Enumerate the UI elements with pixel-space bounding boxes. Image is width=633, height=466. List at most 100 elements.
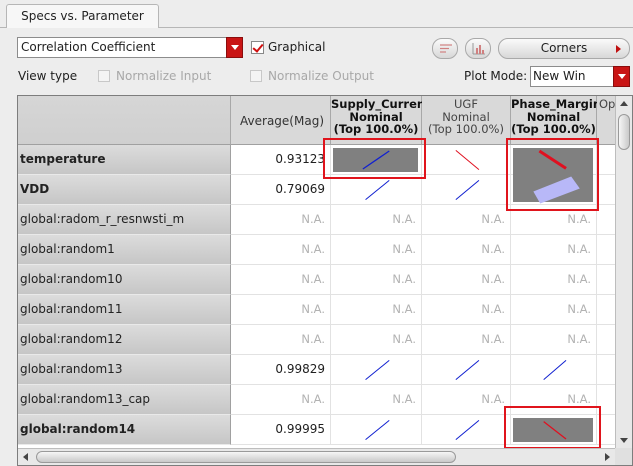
avg-cell: N.A. <box>231 295 331 325</box>
row-label: global:random11 <box>18 295 231 325</box>
tab-strip: Specs vs. Parameter <box>0 0 633 28</box>
avg-cell: N.A. <box>231 385 331 415</box>
tab-gap <box>7 27 158 28</box>
value-cell[interactable]: N.A. <box>331 265 422 295</box>
horizontal-scroll-thumb[interactable] <box>36 451 456 463</box>
normalize-output-checkbox[interactable] <box>250 70 262 82</box>
highlight-box <box>323 138 426 179</box>
avg-cell: N.A. <box>231 235 331 265</box>
table-row[interactable]: global:random12 N.A. N.A. N.A. N.A. <box>18 325 632 355</box>
column-name: UGF <box>454 97 478 111</box>
correlation-plot <box>455 180 480 200</box>
value-cell[interactable]: N.A. <box>422 235 511 265</box>
table-row[interactable]: global:random10 N.A. N.A. N.A. N.A. <box>18 265 632 295</box>
avg-cell: 0.99829 <box>231 355 331 385</box>
sensitivity-table: Average(Mag) Supply_Current Nominal (Top… <box>17 95 633 466</box>
value-cell[interactable]: N.A. <box>422 325 511 355</box>
scroll-right-icon[interactable] <box>605 453 610 461</box>
value-cell[interactable]: N.A. <box>331 205 422 235</box>
view-type-label: View type <box>18 69 78 83</box>
table-row[interactable]: global:random1 N.A. N.A. N.A. N.A. <box>18 235 632 265</box>
metric-select[interactable]: Correlation Coefficient <box>17 37 243 58</box>
avg-cell: N.A. <box>231 205 331 235</box>
value-cell[interactable]: N.A. <box>422 205 511 235</box>
plot-mode-label: Plot Mode: <box>464 69 528 83</box>
value-cell[interactable]: N.A. <box>331 295 422 325</box>
correlation-plot <box>543 360 567 380</box>
value-cell[interactable]: N.A. <box>422 385 511 415</box>
row-label: global:random12 <box>18 325 231 355</box>
correlation-plot <box>365 360 390 380</box>
plot-mode-value: New Win <box>533 69 586 83</box>
value-cell[interactable] <box>422 355 511 385</box>
chevron-down-icon[interactable] <box>226 37 243 58</box>
normalize-input-checkbox[interactable] <box>98 70 110 82</box>
value-cell[interactable]: N.A. <box>511 325 597 355</box>
avg-cell: 0.99995 <box>231 415 331 445</box>
value-cell[interactable] <box>422 415 511 445</box>
highlight-box <box>504 406 601 449</box>
scroll-corner <box>615 448 632 465</box>
value-cell[interactable]: N.A. <box>511 235 597 265</box>
column-name: Supply_Current <box>331 97 431 111</box>
vertical-scroll-thumb[interactable] <box>618 114 630 150</box>
table-row[interactable]: global:random11 N.A. N.A. N.A. N.A. <box>18 295 632 325</box>
table-row[interactable]: global:random13 0.99829 <box>18 355 632 385</box>
value-cell[interactable]: N.A. <box>331 235 422 265</box>
histogram-button[interactable] <box>465 38 491 59</box>
row-label: global:random14 <box>18 415 231 445</box>
normalize-output-label: Normalize Output <box>268 69 374 83</box>
avg-cell: 0.93123 <box>231 145 331 175</box>
avg-column-header[interactable]: Average(Mag) <box>231 96 331 145</box>
row-label: global:radom_r_resnwsti_m <box>18 205 231 235</box>
avg-column-label: Average(Mag) <box>240 114 324 128</box>
column-filter: (Top 100.0%) <box>511 122 596 136</box>
scroll-left-icon[interactable] <box>23 453 28 461</box>
corners-button[interactable]: Corners <box>498 38 630 59</box>
graphical-checkbox[interactable] <box>251 41 264 54</box>
correlation-plot <box>365 420 390 440</box>
row-label: global:random1 <box>18 235 231 265</box>
value-cell[interactable] <box>331 355 422 385</box>
value-cell[interactable] <box>331 175 422 205</box>
correlation-plot <box>455 150 480 170</box>
value-cell[interactable]: N.A. <box>331 385 422 415</box>
graphical-label: Graphical <box>268 40 326 54</box>
chevron-down-icon[interactable] <box>613 66 630 87</box>
avg-cell: N.A. <box>231 265 331 295</box>
avg-cell: 0.79069 <box>231 175 331 205</box>
vertical-scrollbar[interactable] <box>615 96 632 450</box>
row-label: VDD <box>18 175 231 205</box>
scroll-up-icon[interactable] <box>620 101 628 106</box>
column-filter: (Top 100.0%) <box>333 122 419 136</box>
metric-select-value: Correlation Coefficient <box>21 40 156 54</box>
scroll-down-icon[interactable] <box>620 438 628 443</box>
value-cell[interactable] <box>422 145 511 175</box>
tab-specs-vs-parameter[interactable]: Specs vs. Parameter <box>6 4 159 28</box>
value-cell[interactable]: N.A. <box>331 325 422 355</box>
value-cell[interactable] <box>331 415 422 445</box>
sort-list-icon <box>440 44 452 53</box>
highlight-box <box>506 138 599 211</box>
avg-cell: N.A. <box>231 325 331 355</box>
correlation-plot <box>455 420 480 440</box>
normalize-input-label: Normalize Input <box>116 69 212 83</box>
value-cell[interactable]: N.A. <box>422 265 511 295</box>
row-label: global:random13_cap <box>18 385 231 415</box>
value-cell[interactable]: N.A. <box>511 265 597 295</box>
correlation-plot <box>455 360 480 380</box>
row-label: global:random13 <box>18 355 231 385</box>
value-cell[interactable] <box>422 175 511 205</box>
sort-button[interactable] <box>432 38 458 59</box>
value-cell[interactable] <box>511 355 597 385</box>
value-cell[interactable]: N.A. <box>422 295 511 325</box>
correlation-plot <box>365 180 390 200</box>
row-label: global:random10 <box>18 265 231 295</box>
plot-mode-select[interactable]: New Win <box>530 66 630 87</box>
column-name: Phase_Margin <box>511 97 602 111</box>
value-cell[interactable]: N.A. <box>511 295 597 325</box>
column-filter: (Top 100.0%) <box>428 122 504 136</box>
table-corner-header <box>18 96 231 145</box>
column-header-ugf[interactable]: UGF Nominal (Top 100.0%) <box>422 96 511 145</box>
horizontal-scrollbar[interactable] <box>18 448 617 465</box>
